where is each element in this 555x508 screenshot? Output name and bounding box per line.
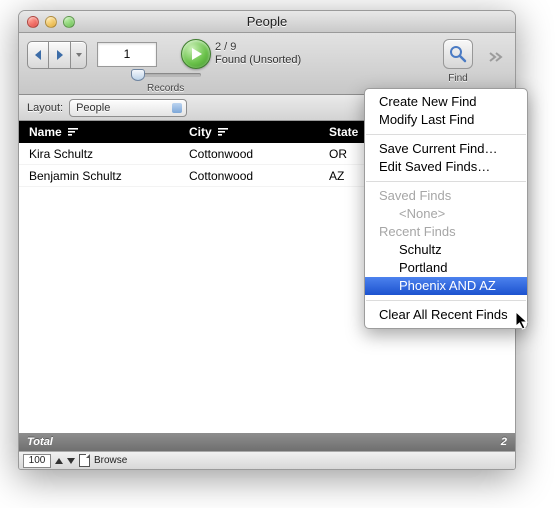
zoom-up-button[interactable] [55,458,63,464]
menu-save-find[interactable]: Save Current Find… [365,140,527,158]
sort-icon [218,128,228,137]
layout-select[interactable]: People [69,99,187,117]
toolbar-overflow-button[interactable] [489,45,507,69]
menu-recent-item-highlighted[interactable]: Phoenix AND AZ [365,277,527,295]
sort-icon [68,128,78,137]
find-button[interactable] [443,39,473,69]
footer-total-label: Total [27,436,53,448]
column-header-city[interactable]: City [179,125,319,139]
menu-recent-item[interactable]: Schultz [365,241,527,259]
window-controls [27,16,75,28]
close-window-button[interactable] [27,16,39,28]
menu-edit-saved-finds[interactable]: Edit Saved Finds… [365,158,527,176]
zoom-window-button[interactable] [63,16,75,28]
search-icon [448,44,468,64]
minimize-window-button[interactable] [45,16,57,28]
menu-separator [366,300,526,301]
record-number-field[interactable]: 1 [97,42,157,67]
record-nav-menu-button[interactable] [71,41,87,69]
layout-selected: People [76,102,110,114]
next-record-button[interactable] [49,41,71,69]
menu-modify-find[interactable]: Modify Last Find [365,111,527,129]
found-count: 2 / 9 [215,41,301,54]
layout-label: Layout: [27,102,63,114]
page-icon[interactable] [79,454,90,467]
find-label: Find [448,73,467,84]
table-footer: Total 2 [19,433,515,451]
footer-total-value: 2 [501,436,507,448]
zoom-down-button[interactable] [67,458,75,464]
toolbar: 1 Records 2 / 9 Found (Unsorted) [19,33,515,95]
menu-separator [366,134,526,135]
records-label: Records [147,83,184,94]
prev-record-button[interactable] [27,41,49,69]
zoom-field[interactable]: 100 [23,454,51,468]
window-title: People [19,14,515,29]
menu-separator [366,181,526,182]
column-header-name[interactable]: Name [19,125,179,139]
menu-saved-none: <None> [365,205,527,223]
menu-saved-finds-header: Saved Finds [365,187,527,205]
menu-clear-recent[interactable]: Clear All Recent Finds [365,306,527,324]
menu-create-find[interactable]: Create New Find [365,93,527,111]
status-bar: 100 Browse [19,451,515,469]
found-sort: Found (Unsorted) [215,54,301,67]
menu-recent-item[interactable]: Portland [365,259,527,277]
menu-recent-finds-header: Recent Finds [365,223,527,241]
mode-label: Browse [94,455,127,466]
cursor-icon [516,312,532,332]
play-button[interactable] [181,39,211,69]
find-menu: Create New Find Modify Last Find Save Cu… [364,88,528,329]
found-status: 2 / 9 Found (Unsorted) [215,41,301,67]
record-slider[interactable] [131,69,201,81]
titlebar: People [19,11,515,33]
record-nav [27,41,87,69]
